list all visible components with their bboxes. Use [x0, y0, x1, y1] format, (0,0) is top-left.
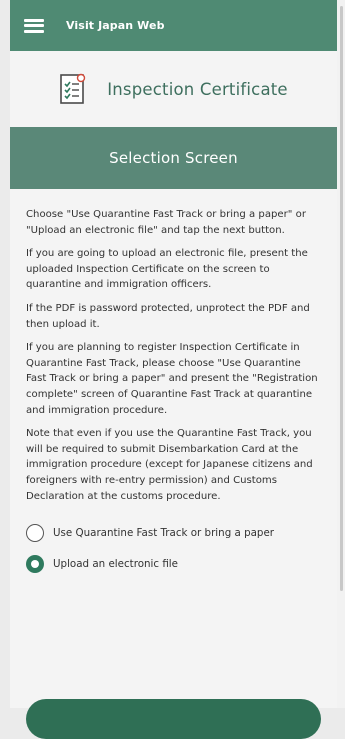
- next-button[interactable]: [26, 699, 321, 739]
- page-content: Inspection Certificate Selection Screen …: [10, 51, 337, 739]
- certificate-header: Inspection Certificate: [10, 51, 337, 127]
- section-title: Selection Screen: [109, 149, 238, 167]
- hamburger-menu-icon[interactable]: [24, 18, 44, 33]
- certificate-title: Inspection Certificate: [107, 79, 288, 99]
- scrollbar-thumb[interactable]: [340, 6, 343, 591]
- option-upload-electronic-file[interactable]: Upload an electronic file: [26, 555, 323, 574]
- document-checklist-icon: [60, 73, 86, 104]
- section-banner: Selection Screen: [10, 127, 337, 189]
- instruction-paragraph: If the PDF is password protected, unprot…: [26, 302, 310, 330]
- option-label: Upload an electronic file: [53, 558, 179, 571]
- option-label: Use Quarantine Fast Track or bring a pap…: [53, 527, 275, 540]
- radio-button-selected[interactable]: [26, 555, 44, 574]
- radio-button-unselected[interactable]: [26, 524, 44, 543]
- instruction-paragraph: If you are going to upload an electronic…: [26, 248, 308, 291]
- instruction-paragraph: Choose "Use Quarantine Fast Track or bri…: [26, 209, 306, 236]
- option-fast-track-or-paper[interactable]: Use Quarantine Fast Track or bring a pap…: [26, 524, 323, 543]
- instruction-paragraph: Note that even if you use the Quarantine…: [26, 428, 313, 502]
- top-app-bar: Visit Japan Web: [10, 0, 337, 51]
- instruction-paragraph: If you are planning to register Inspecti…: [26, 342, 318, 416]
- instructions-content: Choose "Use Quarantine Fast Track or bri…: [10, 189, 337, 574]
- app-title: Visit Japan Web: [66, 19, 165, 32]
